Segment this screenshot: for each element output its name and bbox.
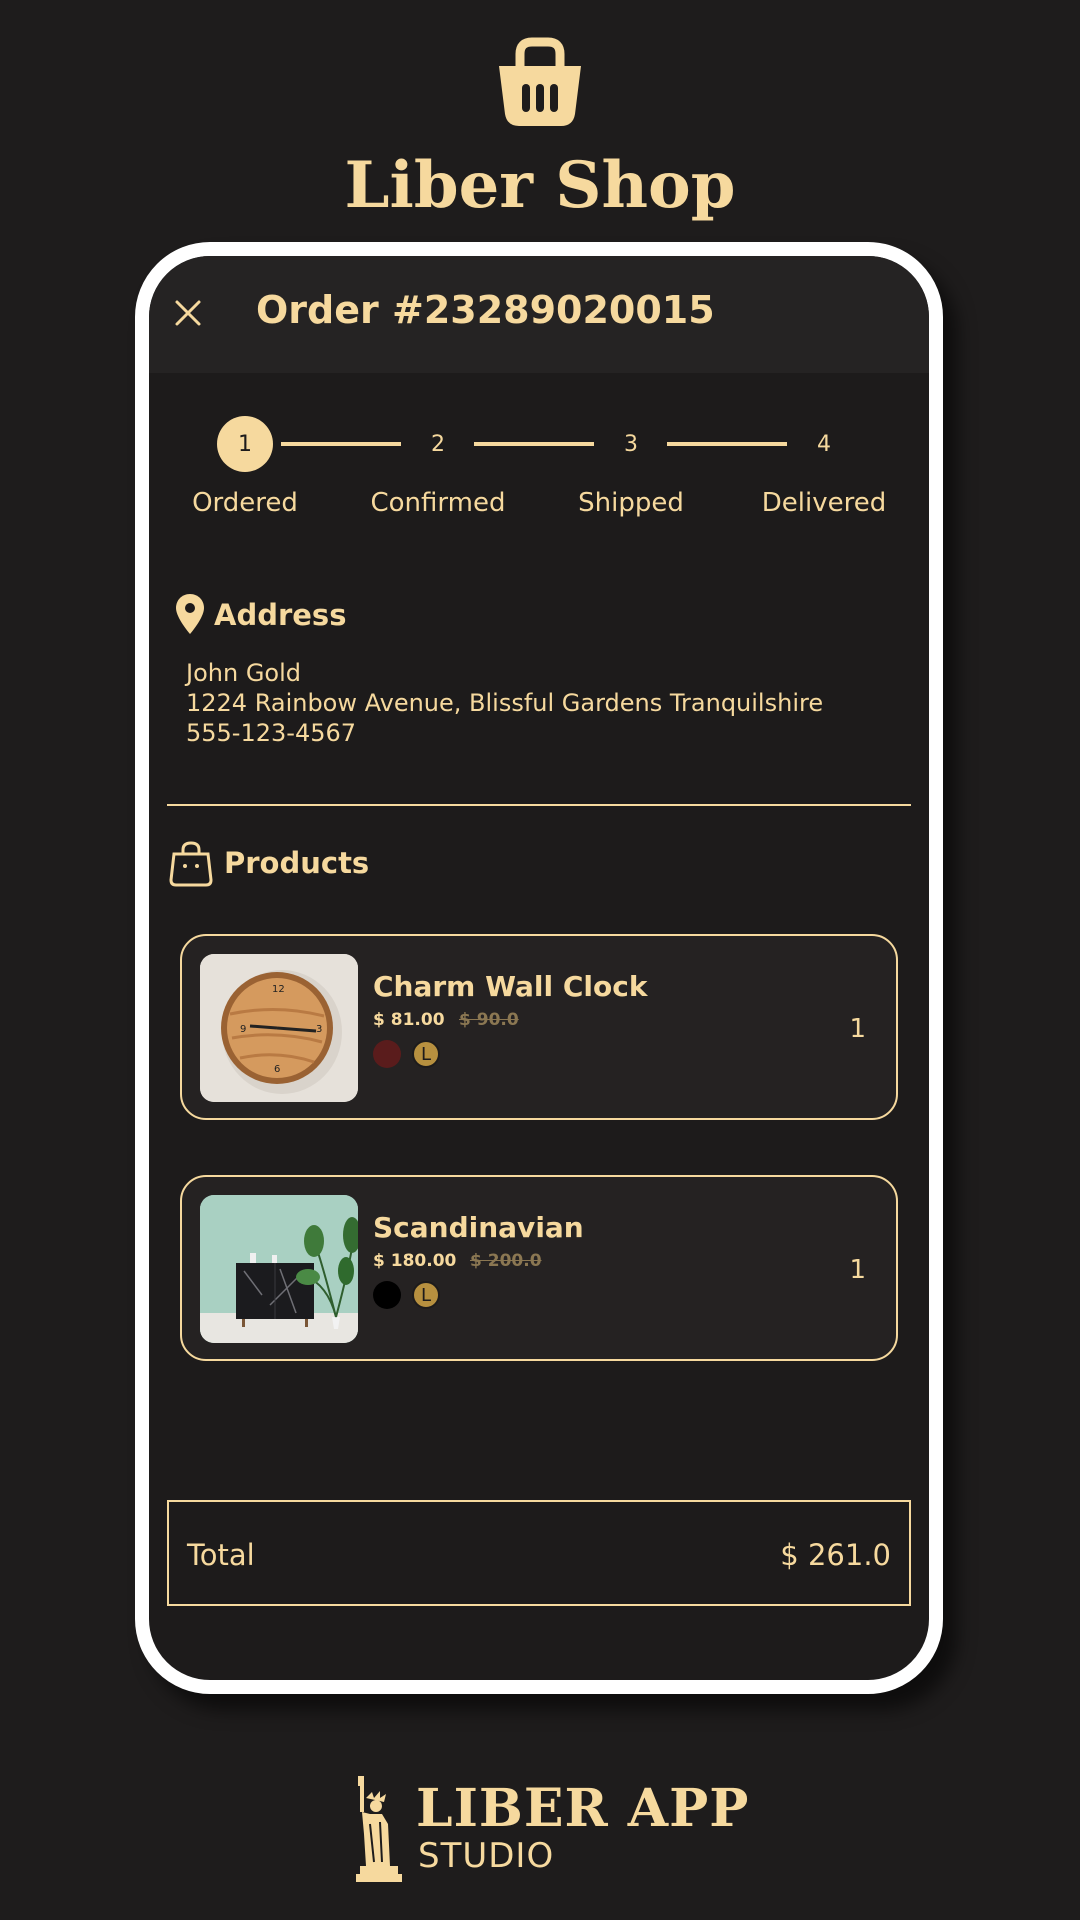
color-swatch [373,1281,401,1309]
divider [167,804,911,806]
product-name: Scandinavian [373,1211,584,1244]
color-swatch [373,1040,401,1068]
step-connector [281,442,401,446]
total-label: Total [187,1538,255,1572]
total-box: Total $ 261.0 [167,1500,911,1606]
product-old-price: $ 200.0 [470,1251,542,1271]
basket-icon [499,37,581,126]
product-image: 12 9 3 6 [200,954,358,1102]
step-3-label: Shipped [578,488,684,518]
product-quantity: 1 [849,1255,866,1285]
address-heading: Address [214,598,347,632]
order-title: Order #23289020015 [256,288,715,332]
footer-brand-title: LIBER APP [416,1778,750,1839]
product-price: $ 180.00 [373,1251,457,1271]
close-icon[interactable] [173,298,203,328]
sideboard-image [200,1195,358,1343]
svg-text:3: 3 [316,1024,322,1035]
footer-brand-subtitle: STUDIO [418,1836,555,1876]
shopping-bag-icon [169,841,213,887]
wall-clock-image: 12 9 3 6 [200,954,358,1102]
step-1-label: Ordered [192,488,298,518]
step-3-circle: 3 [624,431,638,457]
app-bar: Order #23289020015 [149,256,929,373]
product-quantity: 1 [849,1014,866,1044]
svg-text:12: 12 [272,984,285,995]
address-block: John Gold 1224 Rainbow Avenue, Blissful … [186,658,823,748]
step-2-circle: 2 [431,431,445,457]
statue-of-liberty-icon [356,1776,402,1882]
product-card[interactable]: 12 9 3 6 Charm Wall Clock $ 81.00 $ 90.0… [180,934,898,1120]
app-title: Liber Shop [344,148,736,223]
product-image [200,1195,358,1343]
product-name: Charm Wall Clock [373,970,648,1003]
step-connector [667,442,787,446]
phone-frame: Order #23289020015 1 2 3 4 Ordered Confi… [135,242,943,1694]
size-badge: L [412,1281,440,1309]
step-4-label: Delivered [761,488,887,518]
step-connector [474,442,594,446]
product-price: $ 81.00 [373,1010,445,1030]
address-name: John Gold [186,659,301,687]
svg-text:9: 9 [240,1024,246,1035]
total-value: $ 261.0 [780,1538,891,1572]
product-old-price: $ 90.0 [459,1010,519,1030]
order-stepper: 1 2 3 4 Ordered Confirmed Shipped Delive… [149,416,929,576]
products-heading: Products [224,846,370,880]
size-badge: L [412,1040,440,1068]
step-1-circle: 1 [217,416,273,472]
product-card[interactable]: Scandinavian $ 180.00 $ 200.0 L 1 [180,1175,898,1361]
step-2-label: Confirmed [370,488,506,518]
location-pin-icon [176,594,204,634]
step-4-circle: 4 [817,431,831,457]
address-street: 1224 Rainbow Avenue, Blissful Gardens Tr… [186,689,824,717]
address-phone: 555-123-4567 [186,719,357,747]
svg-text:6: 6 [274,1064,280,1075]
